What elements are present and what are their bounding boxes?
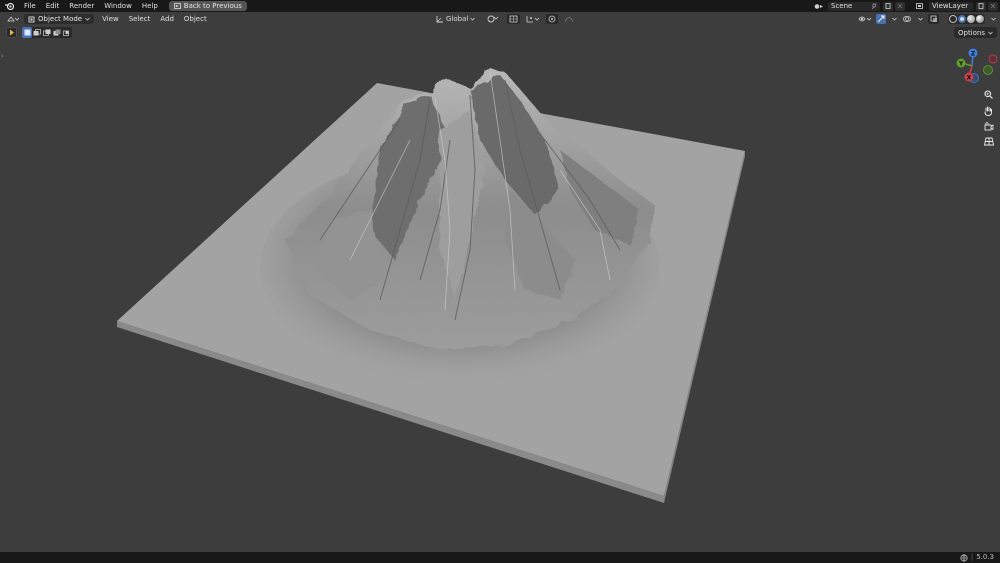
navigation-gizmo[interactable]: Z Y X (950, 46, 1000, 84)
hand-icon[interactable] (982, 104, 995, 117)
scene-selector[interactable]: Scene (828, 1, 880, 11)
menu-help[interactable]: Help (137, 0, 163, 12)
gizmo-z-label: Z (971, 51, 976, 58)
chevron-down-icon (988, 31, 993, 35)
visibility-icon[interactable] (857, 14, 873, 24)
editor-type-selector[interactable] (4, 14, 22, 24)
snap-icon[interactable] (507, 13, 521, 24)
menu-window[interactable]: Window (99, 0, 137, 12)
transform-orientation-selector[interactable]: Global (434, 14, 477, 24)
chevron-down-icon (470, 17, 476, 21)
back-arrow-icon (173, 3, 181, 9)
toolbar-expand-icon[interactable]: › (1, 52, 4, 60)
viewlayer-icon[interactable] (913, 2, 927, 11)
solid-shading-button[interactable] (958, 14, 966, 23)
viewport-display-tools (857, 13, 998, 24)
viewlayer-label: ViewLayer (932, 2, 969, 10)
globe-icon[interactable] (960, 553, 968, 562)
snap-settings[interactable] (524, 14, 542, 24)
transform-tools: Global (434, 13, 576, 24)
new-scene-button[interactable] (883, 1, 893, 11)
chevron-down-icon (85, 17, 90, 21)
shading-dropdown[interactable] (988, 14, 998, 24)
topbar-right: Scene ViewLayer (812, 0, 1000, 12)
material-shading-button[interactable] (967, 14, 975, 23)
tool-settings-row: Options (0, 26, 1000, 39)
mode-selector[interactable]: Object Mode (24, 14, 95, 24)
version-info: | 5.0.3 (960, 552, 994, 563)
version-label: 5.0.3 (976, 553, 994, 561)
select-invert-button[interactable] (52, 27, 62, 38)
delete-scene-button[interactable] (895, 1, 905, 11)
mode-label: Object Mode (38, 15, 83, 23)
select-intersect-button[interactable] (62, 27, 72, 38)
options-label: Options (957, 28, 985, 37)
blender-logo[interactable] (3, 0, 15, 12)
rendered-shading-button[interactable] (976, 14, 984, 23)
version-separator: | (970, 553, 974, 561)
menu-edit[interactable]: Edit (41, 0, 65, 12)
transform-pivot-icon[interactable] (485, 14, 503, 24)
select-extend-button[interactable] (32, 27, 42, 38)
statusbar: | 5.0.3 (0, 552, 1000, 563)
grid-icon[interactable] (982, 135, 995, 148)
overlay-dropdown[interactable] (915, 14, 925, 24)
delete-viewlayer-button[interactable] (988, 1, 998, 11)
back-to-previous-button[interactable]: Back to Previous (168, 1, 247, 11)
orientation-label: Global (446, 14, 469, 23)
scene-icon[interactable] (812, 2, 826, 11)
gizmo-dropdown[interactable] (889, 14, 899, 24)
viewport-header: Object Mode View Select Add Object Globa… (0, 12, 1000, 26)
back-button-label: Back to Previous (183, 2, 242, 10)
gizmo-y-label: Y (958, 61, 964, 68)
topbar: File Edit Render Window Help Back to Pre… (0, 0, 1000, 12)
options-button[interactable]: Options (953, 27, 997, 38)
menu-select[interactable]: Select (124, 15, 156, 23)
menu-object[interactable]: Object (179, 15, 212, 23)
view3d-icon (7, 16, 19, 22)
zoom-icon[interactable] (982, 88, 995, 101)
menu-file[interactable]: File (19, 0, 41, 12)
selection-modes (22, 27, 72, 38)
xray-icon[interactable] (928, 13, 939, 24)
overlay-icon[interactable] (902, 14, 912, 24)
proportional-falloff[interactable] (562, 14, 576, 24)
menu-render[interactable]: Render (64, 0, 99, 12)
scene-label: Scene (831, 2, 853, 10)
select-subtract-button[interactable] (42, 27, 52, 38)
gizmo-neg-x (988, 54, 998, 64)
orientation-icon (436, 15, 443, 22)
gizmo-neg-y (983, 65, 993, 75)
gizmo-icon[interactable] (876, 13, 886, 24)
shading-modes (948, 13, 985, 24)
new-viewlayer-button[interactable] (976, 1, 986, 11)
cube-icon (28, 16, 35, 22)
select-set-button[interactable] (22, 27, 32, 38)
cursor-icon (9, 29, 14, 36)
menu-add[interactable]: Add (155, 15, 179, 23)
viewport-3d[interactable] (0, 0, 1000, 563)
menu-view[interactable]: View (97, 15, 124, 23)
gizmo-x-label: X (967, 75, 972, 82)
wireframe-shading-button[interactable] (949, 14, 957, 23)
pin-icon[interactable] (871, 3, 877, 10)
viewlayer-selector[interactable]: ViewLayer (929, 1, 973, 11)
proportional-icon[interactable] (546, 13, 559, 24)
camera-icon[interactable] (982, 120, 995, 133)
select-tool-button[interactable] (6, 27, 17, 38)
